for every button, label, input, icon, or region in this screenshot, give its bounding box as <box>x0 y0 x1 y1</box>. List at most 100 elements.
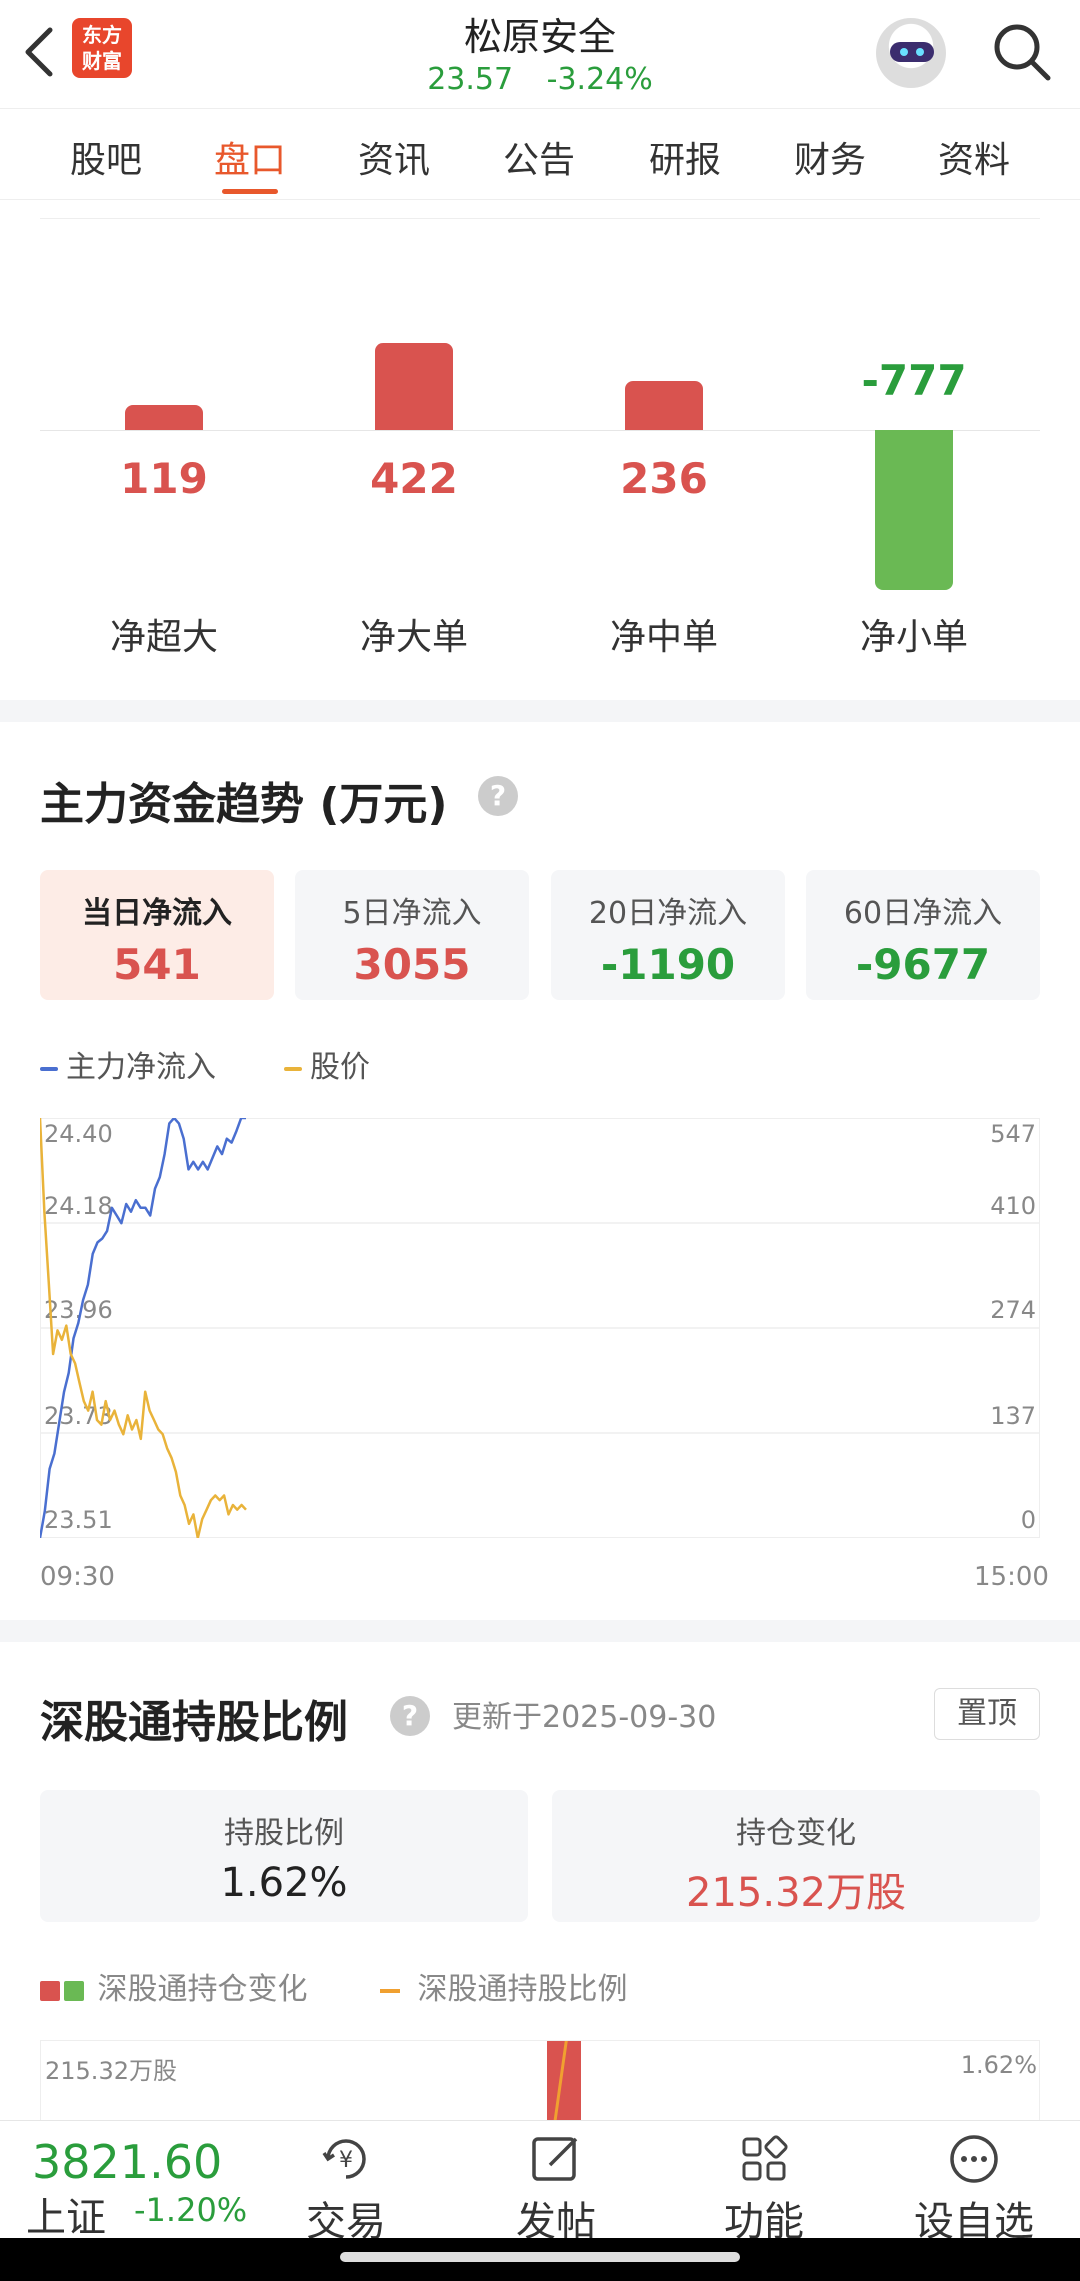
legend-label: 深股通持股比例 <box>417 1972 628 2007</box>
index-name: 上证 <box>26 2195 106 2241</box>
card-value: 3055 <box>353 940 471 989</box>
y-left-tick: 24.40 <box>44 1120 113 1148</box>
card-holding-ratio: 持股比例 1.62% <box>40 1790 528 1922</box>
legend-swatch-blue <box>40 1066 58 1071</box>
flow-bar-value: -777 <box>861 356 967 405</box>
nav-compose[interactable]: 发帖 <box>486 2131 626 2247</box>
card-5day-inflow[interactable]: 5日净流入 3055 <box>295 870 529 1000</box>
legend-swatch-orange <box>380 1988 400 1993</box>
tab-news[interactable]: 资讯 <box>334 131 454 183</box>
y-right-tick: 274 <box>990 1296 1036 1324</box>
tab-finance[interactable]: 财务 <box>770 131 890 183</box>
flow-bar-label: 净超大 <box>109 617 218 658</box>
pin-top-button[interactable]: 置顶 <box>934 1688 1040 1740</box>
nav-add-watchlist[interactable]: 设自选 <box>904 2131 1044 2247</box>
tab-pankou[interactable]: 盘口 <box>190 131 310 183</box>
active-tab-indicator <box>222 189 278 194</box>
time-start-label: 09:30 <box>40 1562 115 1592</box>
legend-label: 主力净流入 <box>66 1050 216 1085</box>
time-end-label: 15:00 <box>974 1562 1049 1592</box>
card-value: -9677 <box>855 940 991 989</box>
card-label: 持股比例 <box>224 1816 344 1851</box>
card-today-inflow[interactable]: 当日净流入 541 <box>40 870 274 1000</box>
axis-right-top: 1.62% <box>960 2051 1037 2079</box>
legend-price: 股价 <box>284 1042 370 1086</box>
flow-bar-label: 净大单 <box>359 617 468 658</box>
divider <box>40 218 1040 219</box>
y-right-tick: 410 <box>990 1192 1036 1220</box>
help-icon[interactable]: ? <box>478 776 518 816</box>
y-right-tick: 547 <box>990 1120 1036 1148</box>
sz-connect-title: 深股通持股比例 <box>40 1697 348 1748</box>
legend-swatch-orange <box>284 1066 302 1071</box>
card-value: -1190 <box>600 940 736 989</box>
legend-label: 股价 <box>310 1050 370 1085</box>
search-button[interactable] <box>988 18 1054 84</box>
sz-connect-chart[interactable]: 215.32万股 1.62% <box>40 2040 1040 2123</box>
updated-date: 更新于2025-09-30 <box>452 1700 717 1735</box>
card-60day-inflow[interactable]: 60日净流入 -9677 <box>806 870 1040 1000</box>
more-icon <box>950 2135 998 2183</box>
stock-change: -3.24% <box>546 62 653 97</box>
section-divider <box>0 1620 1080 1642</box>
flow-bar <box>625 381 703 430</box>
flow-bar-value: 422 <box>370 454 458 503</box>
flow-bar-label: 净小单 <box>859 617 968 658</box>
capital-trend-section: 主力资金趋势 (万元) ? 当日净流入 541 5日净流入 3055 20日净流… <box>0 722 1080 1622</box>
tab-profile[interactable]: 资料 <box>914 131 1034 183</box>
net-flow-section: 119 净超大 422 净大单 236 净中单 -777 净小单 <box>0 200 1080 700</box>
capital-trend-chart[interactable]: 24.4024.1823.9623.7323.515474102741370 <box>40 1118 1040 1538</box>
axis-left-top: 215.32万股 <box>45 2057 177 2085</box>
card-value: 1.62% <box>220 1860 348 1906</box>
card-position-change: 持仓变化 215.32万股 <box>552 1790 1040 1922</box>
card-label: 20日净流入 <box>588 896 748 931</box>
index-change: -1.20% <box>134 2191 248 2229</box>
system-bar <box>0 2238 1080 2281</box>
flow-bar <box>125 405 203 430</box>
y-left-tick: 23.51 <box>44 1506 113 1534</box>
card-label: 持仓变化 <box>736 1816 856 1851</box>
legend-label: 深股通持仓变化 <box>97 1972 308 2007</box>
card-label: 当日净流入 <box>82 896 232 931</box>
sz-connect-section: 深股通持股比例 ? 更新于2025-09-30 置顶 持股比例 1.62% 持仓… <box>0 1642 1080 2123</box>
legend-swatch-red <box>40 1980 60 2001</box>
robot-eye-right <box>916 48 924 56</box>
flow-bar <box>375 343 453 430</box>
card-value: 215.32万股 <box>686 1870 906 1916</box>
top-bar: 东方 财富 松原安全 23.57 -3.24% <box>0 0 1080 108</box>
capital-trend-title: 主力资金趋势 (万元) <box>40 779 448 830</box>
assistant-avatar[interactable] <box>876 18 946 88</box>
search-icon <box>994 24 1051 81</box>
flow-bar-value: 119 <box>120 454 208 503</box>
bottom-bar: 3821.60 上证 -1.20% ¥ 交易 发帖 功能 设自选 <box>0 2120 1080 2245</box>
y-right-tick: 137 <box>990 1402 1036 1430</box>
tab-guba[interactable]: 股吧 <box>46 131 166 183</box>
flow-bar-value: 236 <box>620 454 708 503</box>
card-20day-inflow[interactable]: 20日净流入 -1190 <box>551 870 785 1000</box>
grid-icon <box>742 2135 788 2181</box>
help-icon[interactable]: ? <box>390 1696 430 1736</box>
legend-holding-ratio: 深股通持股比例 <box>380 1964 628 2008</box>
card-label: 5日净流入 <box>342 896 482 931</box>
legend-position-change: 深股通持仓变化 <box>40 1964 308 2008</box>
robot-eye-left <box>900 48 908 56</box>
nav-functions[interactable]: 功能 <box>694 2131 834 2247</box>
card-label: 60日净流入 <box>843 896 1003 931</box>
section-divider <box>0 700 1080 722</box>
home-indicator[interactable] <box>340 2252 740 2262</box>
tab-announcements[interactable]: 公告 <box>479 131 599 183</box>
legend-swatch-green <box>64 1980 84 2001</box>
robot-visor <box>890 42 934 62</box>
svg-text:¥: ¥ <box>339 2148 353 2173</box>
trade-icon: ¥ <box>322 2139 366 2179</box>
compose-icon <box>532 2137 578 2181</box>
y-right-tick: 0 <box>1021 1506 1036 1534</box>
index-value: 3821.60 <box>32 2135 223 2189</box>
card-value: 541 <box>113 940 201 989</box>
tab-bar: 股吧 盘口 资讯 公告 研报 财务 资料 <box>0 108 1080 200</box>
flow-bar <box>875 430 953 590</box>
nav-trade[interactable]: ¥ 交易 <box>276 2131 416 2247</box>
stock-price: 23.57 <box>427 62 514 97</box>
tab-research[interactable]: 研报 <box>625 131 745 183</box>
y-left-tick: 24.18 <box>44 1192 113 1220</box>
